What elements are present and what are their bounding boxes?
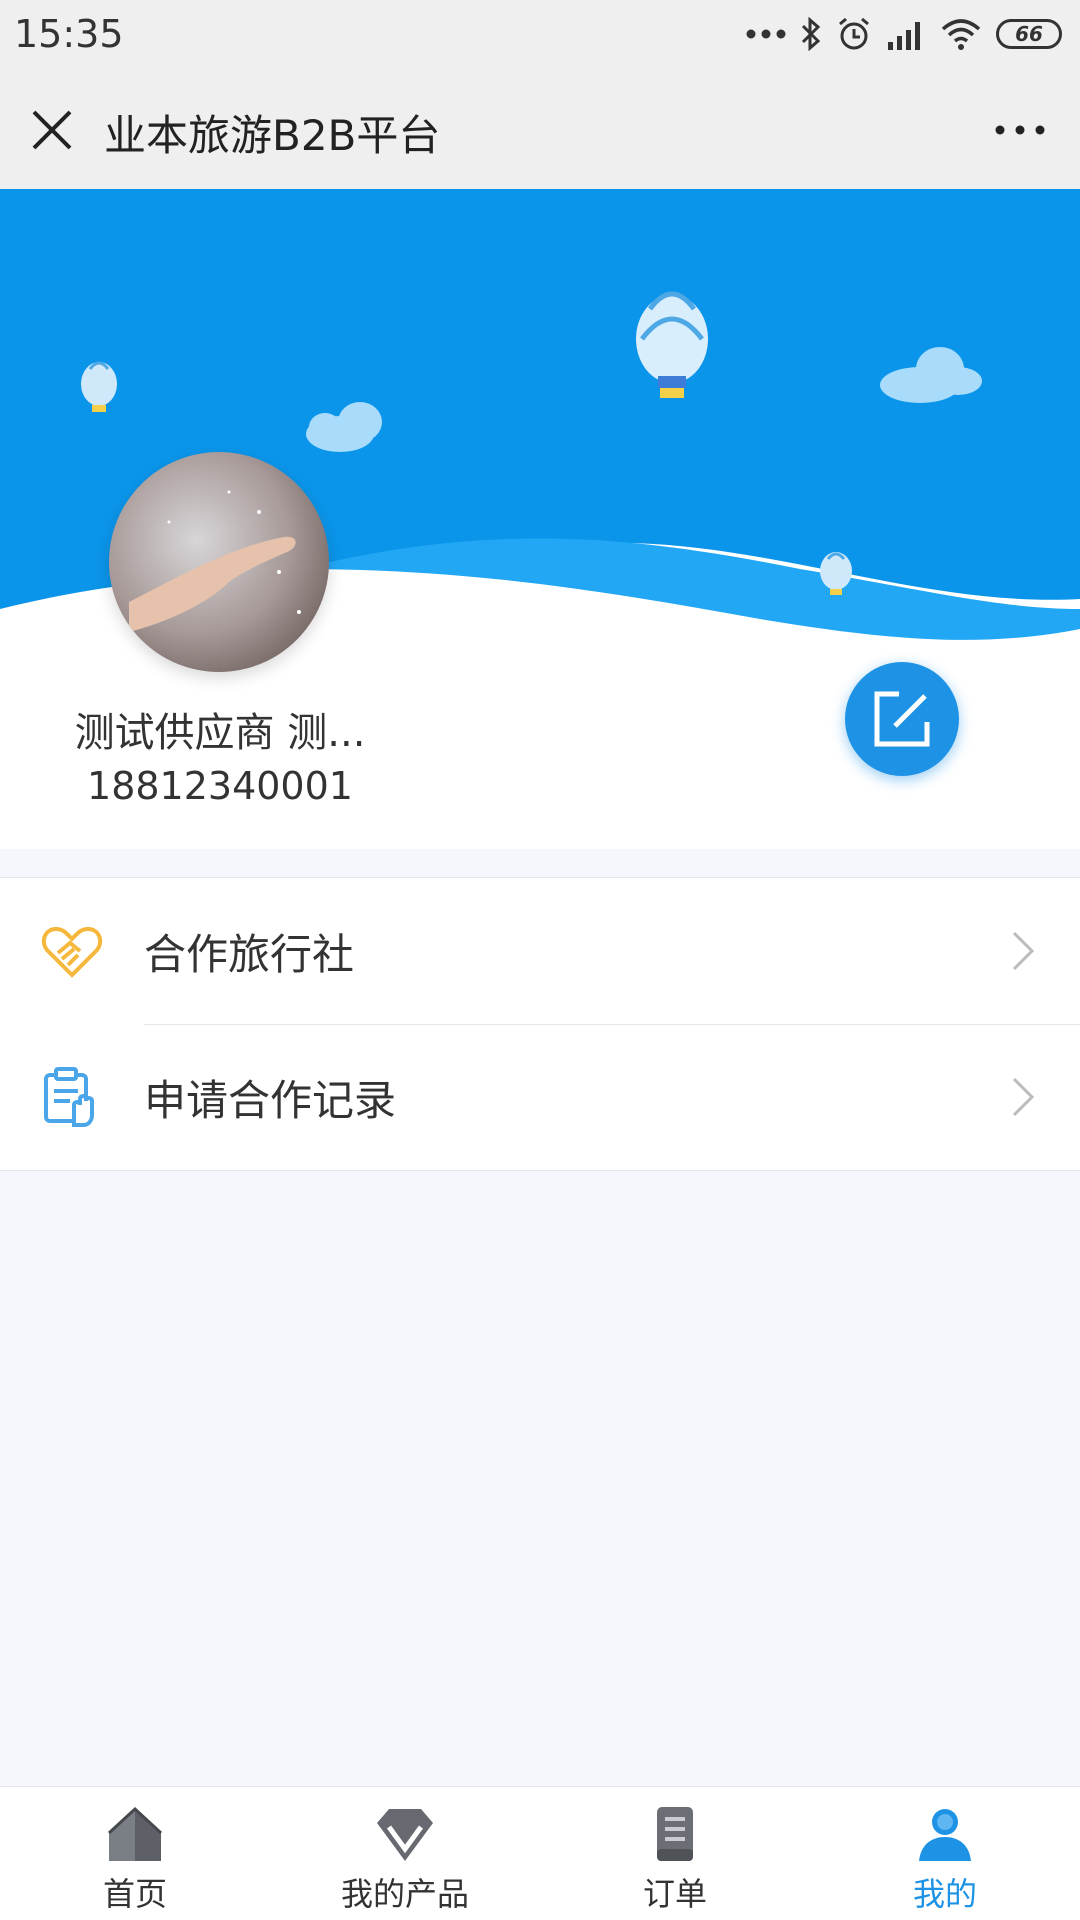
bottom-nav: 首页 我的产品 订单 我的 — [0, 1786, 1080, 1920]
edit-icon — [874, 691, 930, 747]
status-bar: 15:35 66 — [0, 0, 1080, 68]
status-time: 15:35 — [14, 12, 124, 56]
status-icons: 66 — [746, 12, 1062, 56]
nav-label: 首页 — [102, 1875, 167, 1913]
avatar-image — [109, 452, 329, 672]
diamond-icon — [377, 1809, 433, 1861]
more-dots-icon — [746, 29, 786, 39]
title-bar: 业本旅游B2B平台 — [0, 68, 1080, 189]
menu-label: 申请合作记录 — [144, 1075, 397, 1125]
profile-banner: 测试供应商 测... 18812340001 — [0, 189, 1080, 849]
alarm-icon — [839, 17, 869, 50]
home-icon — [107, 1806, 163, 1861]
user-icon — [919, 1809, 971, 1861]
menu-item-partner-agencies[interactable]: 合作旅行社 — [0, 878, 1080, 1024]
page-title: 业本旅游B2B平台 — [104, 111, 441, 160]
nav-label: 订单 — [642, 1875, 707, 1913]
nav-item-home[interactable]: 首页 — [0, 1787, 270, 1920]
bluetooth-icon — [801, 17, 821, 51]
battery-level: 66 — [1015, 22, 1043, 46]
nav-label: 我的产品 — [340, 1875, 469, 1913]
menu-item-application-records[interactable]: 申请合作记录 — [0, 1024, 1080, 1170]
wifi-icon — [941, 19, 981, 50]
nav-item-orders[interactable]: 订单 — [540, 1787, 810, 1920]
nav-label: 我的 — [912, 1875, 977, 1913]
handshake-icon — [41, 926, 103, 978]
order-icon — [657, 1807, 693, 1861]
menu-label: 合作旅行社 — [144, 929, 355, 979]
menu-list: 合作旅行社 申请合作记录 — [0, 877, 1080, 1171]
user-phone: 18812340001 — [87, 764, 353, 808]
signal-icon — [888, 22, 920, 50]
more-options-icon[interactable] — [990, 112, 1050, 148]
avatar[interactable] — [109, 452, 329, 672]
chevron-right-icon — [1012, 1077, 1035, 1117]
close-icon[interactable] — [28, 106, 76, 154]
chevron-right-icon — [1012, 931, 1035, 971]
edit-profile-button[interactable] — [845, 662, 959, 776]
nav-item-my-products[interactable]: 我的产品 — [270, 1787, 540, 1920]
application-record-icon — [44, 1067, 94, 1127]
nav-item-mine[interactable]: 我的 — [810, 1787, 1080, 1920]
battery-icon: 66 — [996, 19, 1062, 49]
user-name: 测试供应商 测... — [74, 710, 366, 756]
